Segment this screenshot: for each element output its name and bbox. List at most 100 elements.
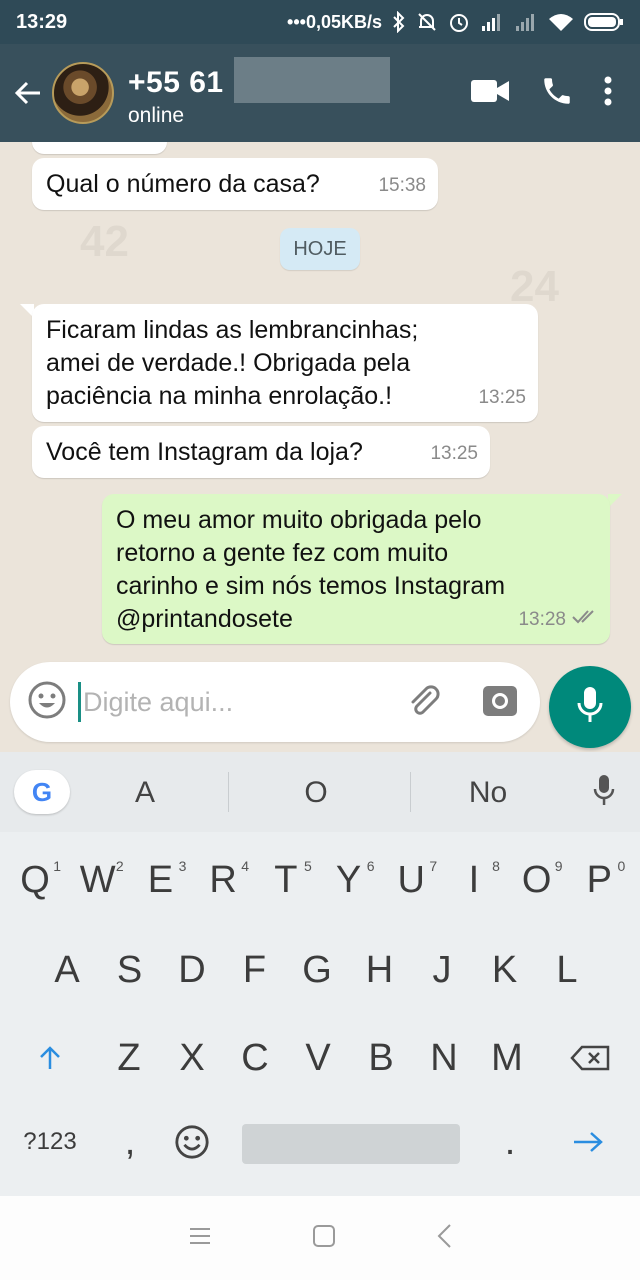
mic-icon bbox=[576, 685, 604, 730]
network-speed: •••0,05KB/s bbox=[287, 11, 382, 32]
key-t[interactable]: T5 bbox=[254, 840, 318, 920]
keyboard-row-2: ASDFGHJKL bbox=[0, 930, 640, 1010]
message-time: 15:38 bbox=[378, 175, 426, 196]
key-g[interactable]: G bbox=[285, 930, 349, 1010]
key-f[interactable]: F bbox=[223, 930, 287, 1010]
video-call-icon[interactable] bbox=[470, 78, 510, 109]
keyboard-row-1: Q1W2E3R4T5Y6U7I8O9P0 bbox=[0, 840, 640, 920]
period-key[interactable]: . bbox=[478, 1102, 542, 1182]
alarm-icon bbox=[448, 11, 470, 33]
wallpaper-doodle: 42 bbox=[80, 217, 129, 266]
status-bar: 13:29 •••0,05KB/s bbox=[0, 0, 640, 44]
message-input[interactable]: Digite aqui... bbox=[10, 662, 540, 742]
voice-record-button[interactable] bbox=[549, 666, 631, 748]
shift-key[interactable] bbox=[18, 1018, 82, 1098]
message-time: 13:25 bbox=[478, 387, 526, 408]
key-h[interactable]: H bbox=[348, 930, 412, 1010]
date-chip: HOJE bbox=[280, 228, 360, 270]
chat-area[interactable]: 42 24 Qual o número da casa? 15:38 HOJE … bbox=[0, 142, 640, 752]
key-k[interactable]: K bbox=[473, 930, 537, 1010]
bubble-tail bbox=[608, 494, 622, 508]
key-label: Q bbox=[20, 858, 50, 901]
key-b[interactable]: B bbox=[349, 1018, 413, 1098]
key-hint: 4 bbox=[241, 858, 250, 874]
phone-icon[interactable] bbox=[540, 74, 574, 113]
keyboard-row-3: ZXCVBNM bbox=[0, 1018, 640, 1098]
key-hint: 1 bbox=[53, 858, 61, 874]
more-icon[interactable] bbox=[604, 76, 612, 111]
emoji-key[interactable] bbox=[160, 1102, 224, 1182]
backspace-key[interactable] bbox=[558, 1018, 622, 1098]
suggestion-item[interactable]: O bbox=[226, 776, 406, 810]
key-z[interactable]: Z bbox=[97, 1018, 161, 1098]
menu-icon[interactable] bbox=[188, 1226, 212, 1251]
message-incoming[interactable]: Ficaram lindas as lembrancinhas; amei de… bbox=[32, 304, 538, 422]
key-label: I bbox=[468, 858, 480, 901]
key-e[interactable]: E3 bbox=[128, 840, 192, 920]
key-u[interactable]: U7 bbox=[379, 840, 443, 920]
key-s[interactable]: S bbox=[98, 930, 162, 1010]
key-y[interactable]: Y6 bbox=[317, 840, 381, 920]
message-outgoing[interactable]: O meu amor muito obrigada pelo retorno a… bbox=[102, 494, 610, 644]
message-text: O meu amor muito obrigada pelo bbox=[116, 506, 482, 534]
key-w[interactable]: W2 bbox=[66, 840, 130, 920]
key-a[interactable]: A bbox=[35, 930, 99, 1010]
back-icon[interactable] bbox=[436, 1223, 452, 1254]
key-x[interactable]: X bbox=[160, 1018, 224, 1098]
key-hint: 3 bbox=[178, 858, 187, 874]
enter-key[interactable] bbox=[556, 1102, 620, 1182]
key-i[interactable]: I8 bbox=[442, 840, 506, 920]
attach-icon[interactable] bbox=[404, 681, 442, 724]
camera-icon[interactable] bbox=[482, 683, 518, 722]
key-label: T bbox=[274, 858, 298, 901]
contact-info[interactable]: +55 61 online bbox=[128, 44, 390, 142]
key-m[interactable]: M bbox=[475, 1018, 539, 1098]
emoji-icon[interactable] bbox=[28, 681, 66, 724]
message-incoming[interactable]: Você tem Instagram da loja? 13:25 bbox=[32, 426, 490, 478]
wifi-icon bbox=[548, 12, 574, 32]
comma-key[interactable]: , bbox=[98, 1102, 162, 1182]
message-text: paciência na minha enrolação.! bbox=[46, 382, 393, 410]
contact-status: online bbox=[128, 104, 185, 127]
chat-header: +55 61 online bbox=[0, 44, 640, 142]
message-text: Ficaram lindas as lembrancinhas; bbox=[46, 316, 419, 344]
symbols-key[interactable]: ?123 bbox=[18, 1102, 82, 1182]
key-hint: 9 bbox=[554, 858, 563, 874]
keyboard: G A O No Q1W2E3R4T5Y6U7I8O9P0 ASDFGHJKL … bbox=[0, 752, 640, 1196]
avatar[interactable] bbox=[52, 62, 114, 124]
text-cursor bbox=[78, 682, 81, 722]
key-hint: 0 bbox=[617, 858, 626, 874]
key-l[interactable]: L bbox=[535, 930, 599, 1010]
key-d[interactable]: D bbox=[160, 930, 224, 1010]
key-label: W bbox=[79, 858, 116, 901]
message-text: Qual o número da casa? bbox=[46, 170, 320, 198]
signal-icon bbox=[480, 12, 504, 32]
suggestion-item[interactable]: No bbox=[398, 776, 578, 810]
key-n[interactable]: N bbox=[412, 1018, 476, 1098]
key-p[interactable]: P0 bbox=[567, 840, 631, 920]
message-bubble-partial bbox=[32, 142, 167, 154]
key-r[interactable]: R4 bbox=[191, 840, 255, 920]
key-j[interactable]: J bbox=[410, 930, 474, 1010]
key-label: U bbox=[397, 858, 425, 901]
navigation-bar bbox=[0, 1196, 640, 1280]
key-v[interactable]: V bbox=[286, 1018, 350, 1098]
key-label: R bbox=[209, 858, 237, 901]
key-label: O bbox=[521, 858, 552, 901]
key-q[interactable]: Q1 bbox=[3, 840, 67, 920]
back-arrow-icon[interactable] bbox=[4, 44, 52, 142]
key-c[interactable]: C bbox=[223, 1018, 287, 1098]
keyboard-mic-icon[interactable] bbox=[592, 774, 616, 813]
mute-icon bbox=[416, 11, 438, 33]
home-icon[interactable] bbox=[312, 1224, 336, 1253]
message-text: retorno a gente fez com muito bbox=[116, 539, 449, 567]
key-o[interactable]: O9 bbox=[505, 840, 569, 920]
key-hint: 2 bbox=[115, 858, 124, 874]
key-hint: 6 bbox=[366, 858, 375, 874]
message-incoming[interactable]: Qual o número da casa? 15:38 bbox=[32, 158, 438, 210]
suggestion-item[interactable]: A bbox=[55, 776, 235, 810]
key-label: Y bbox=[335, 858, 362, 901]
space-key[interactable] bbox=[242, 1124, 460, 1164]
message-time: 13:25 bbox=[430, 443, 478, 464]
header-actions bbox=[470, 74, 612, 113]
